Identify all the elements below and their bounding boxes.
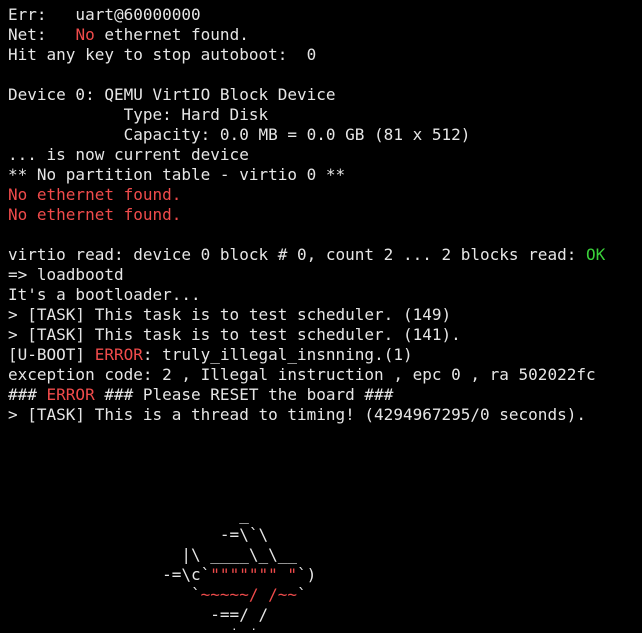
terminal-line: virtio read: device 0 block # 0, count 2… <box>8 245 638 265</box>
terminal-text: -=\`\ <box>8 525 269 544</box>
terminal-text: virtio read: device 0 block # 0, count 2… <box>8 245 586 264</box>
terminal-text: Type: Hard Disk <box>8 105 269 124</box>
terminal-text: > [TASK] This task is to test scheduler.… <box>8 325 461 344</box>
terminal-text: ### <box>8 385 47 404</box>
terminal-line: exception code: 2 , Illegal instruction … <box>8 365 638 385</box>
terminal-text-red: ERROR <box>94 345 143 364</box>
terminal-text: -=\c` <box>8 565 211 584</box>
terminal-text-red: """"""" " <box>210 565 297 584</box>
terminal-line: -=\c`""""""" "`) <box>8 565 638 585</box>
terminal-text: `) <box>297 565 317 584</box>
terminal-line: > [TASK] This is a thread to timing! (42… <box>8 405 638 425</box>
terminal-line: Device 0: QEMU VirtIO Block Device <box>8 85 638 105</box>
terminal-line: |\ ____\_\__ <box>8 545 638 565</box>
terminal-line: It's a bootloader... <box>8 285 638 305</box>
terminal-text: It's a bootloader... <box>8 285 201 304</box>
terminal-line: > [TASK] This task is to test scheduler.… <box>8 305 638 325</box>
terminal-text: ` <box>296 585 307 604</box>
terminal-text: : truly_illegal_insnning.(1) <box>142 345 413 364</box>
terminal-line: Type: Hard Disk <box>8 105 638 125</box>
terminal-text: ethernet found. <box>94 25 249 44</box>
terminal-text: ### Please RESET the board ### <box>94 385 394 404</box>
terminal-text: _ <box>8 505 249 524</box>
terminal-line: Hit any key to stop autoboot: 0 <box>8 45 638 65</box>
terminal-line: `~~~~~/ /~~` <box>8 585 638 605</box>
terminal-text: ` <box>8 585 201 604</box>
terminal-text: '-' <box>8 625 259 630</box>
terminal-line: Net: No ethernet found. <box>8 25 638 45</box>
terminal-text: > [TASK] This task is to test scheduler.… <box>8 305 452 324</box>
terminal-line: => loadbootd <box>8 265 638 285</box>
terminal-text: => loadbootd <box>8 265 124 284</box>
terminal-text: |\ ____\_\__ <box>8 545 297 564</box>
terminal-text: ... is now current device <box>8 145 249 164</box>
terminal-line: ... is now current device <box>8 145 638 165</box>
terminal-text: -==/ / <box>8 605 269 624</box>
terminal-line: > [TASK] This task is to test scheduler.… <box>8 325 638 345</box>
terminal-line: Capacity: 0.0 MB = 0.0 GB (81 x 512) <box>8 125 638 145</box>
terminal-text: Net: <box>8 25 76 44</box>
terminal-text: Capacity: 0.0 MB = 0.0 GB (81 x 512) <box>8 125 471 144</box>
terminal-text: Hit any key to stop autoboot: 0 <box>8 45 317 64</box>
terminal-text-green: OK <box>585 245 606 264</box>
terminal-text-red: No ethernet found. <box>8 205 182 224</box>
terminal-text: > [TASK] This is a thread to timing! (42… <box>8 405 586 424</box>
terminal-text: exception code: 2 , Illegal instruction … <box>8 365 596 384</box>
terminal-text: Err: uart@60000000 <box>8 5 201 24</box>
terminal-line: ### ERROR ### Please RESET the board ### <box>8 385 638 405</box>
terminal-text-red: No <box>75 25 95 44</box>
terminal-line: -=\`\ <box>8 525 638 545</box>
terminal-line: [U-BOOT] ERROR: truly_illegal_insnning.(… <box>8 345 638 365</box>
terminal-text: Device 0: QEMU VirtIO Block Device <box>8 85 336 104</box>
terminal-line: _ <box>8 505 638 525</box>
terminal-line: No ethernet found. <box>8 205 638 225</box>
terminal-line: No ethernet found. <box>8 185 638 205</box>
terminal-text-red: No ethernet found. <box>8 185 182 204</box>
terminal-line: -==/ / <box>8 605 638 625</box>
terminal-text-red: ERROR <box>46 385 95 404</box>
terminal-line: '-' <box>8 625 638 630</box>
terminal-text: [U-BOOT] <box>8 345 95 364</box>
terminal-text-red: ~~~~~/ /~~ <box>200 585 297 604</box>
terminal-output[interactable]: Err: uart@60000000 Net: No ethernet found… <box>8 5 638 630</box>
terminal-line: ** No partition table - virtio 0 ** <box>8 165 638 185</box>
terminal-text: ** No partition table - virtio 0 ** <box>8 165 346 184</box>
terminal-line: Err: uart@60000000 <box>8 5 638 25</box>
